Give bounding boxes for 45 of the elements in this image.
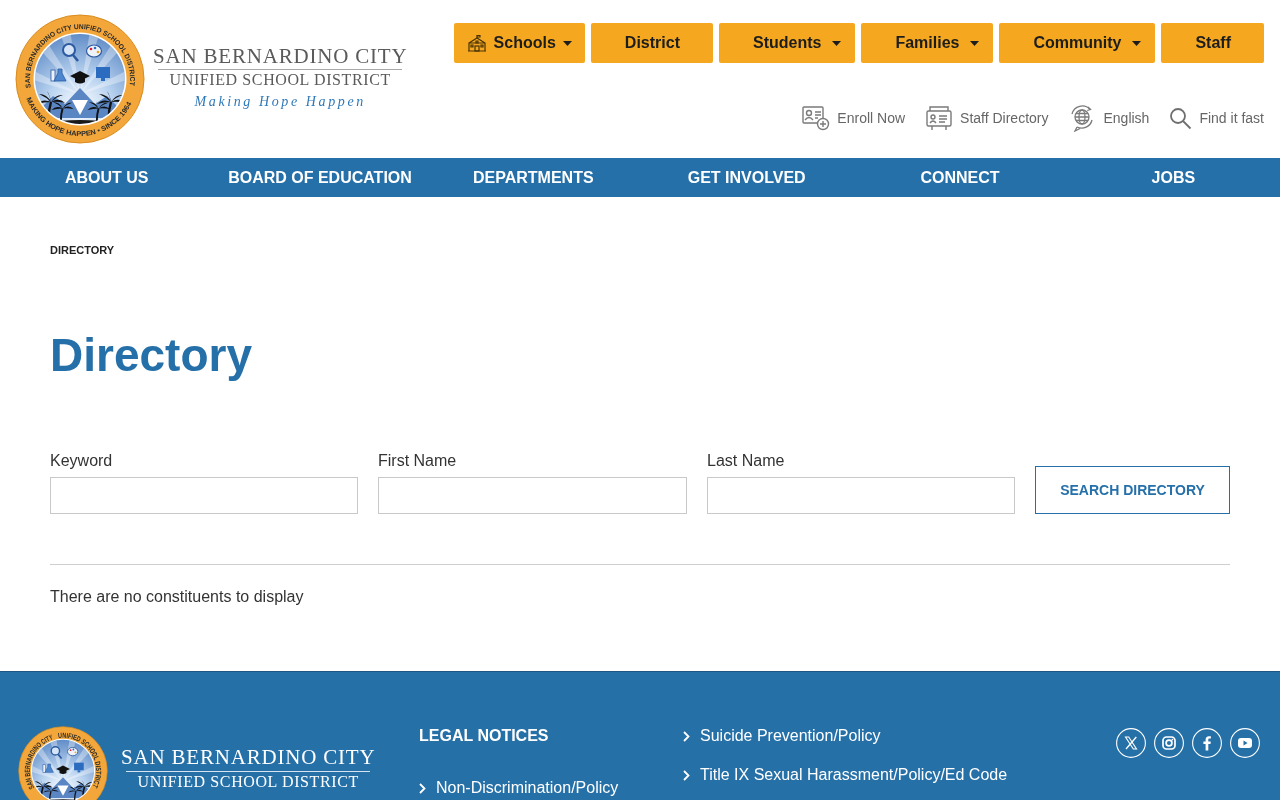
field-label: Keyword bbox=[50, 451, 114, 471]
district-tagline: Making Hope Happen bbox=[194, 93, 366, 111]
footer-link[interactable]: Suicide Prevention/Policy bbox=[683, 726, 1116, 746]
text-input-field[interactable] bbox=[378, 477, 687, 514]
text-input-field[interactable] bbox=[50, 477, 358, 514]
footer-heading: LEGAL NOTICES bbox=[419, 726, 550, 746]
audience-button[interactable]: Community bbox=[999, 23, 1156, 63]
audience-button[interactable]: Staff bbox=[1161, 23, 1264, 63]
id-card-plus-icon bbox=[802, 105, 831, 131]
youtube-icon[interactable] bbox=[1230, 728, 1260, 758]
chevron-right-icon bbox=[419, 782, 426, 794]
district-name: UNIFIED SCHOOL DISTRICT bbox=[137, 773, 359, 791]
audience-button[interactable]: Schools bbox=[453, 23, 585, 63]
x-logo-icon[interactable] bbox=[1116, 728, 1146, 758]
district-name: SAN BERNARDINO CITY bbox=[121, 745, 376, 769]
audience-button[interactable]: Families bbox=[861, 23, 994, 63]
breadcrumb: DIRECTORY bbox=[50, 243, 116, 257]
nav-link[interactable]: ABOUT US bbox=[0, 158, 214, 197]
district-name: SAN BERNARDINO CITY bbox=[153, 44, 408, 68]
utility-link[interactable]: Enroll Now bbox=[802, 105, 906, 131]
search-icon bbox=[1169, 106, 1193, 130]
audience-button[interactable]: Students bbox=[718, 23, 856, 63]
chevron-right-icon bbox=[683, 730, 690, 742]
facebook-icon[interactable] bbox=[1192, 728, 1222, 758]
nav-link[interactable]: BOARD OF EDUCATION bbox=[213, 158, 427, 197]
field-label: First Name bbox=[378, 451, 458, 471]
utility-link[interactable]: Staff Directory bbox=[925, 105, 1049, 131]
footer-link[interactable]: Non-Discrimination/Policy bbox=[419, 778, 683, 798]
results-message: There are no constituents to display bbox=[50, 587, 305, 607]
nav-link[interactable]: GET INVOLVED bbox=[640, 158, 854, 197]
nav-link[interactable]: JOBS bbox=[1066, 158, 1280, 197]
card-file-icon bbox=[925, 105, 954, 131]
utility-link[interactable]: English bbox=[1068, 104, 1150, 132]
instagram-icon[interactable] bbox=[1154, 728, 1184, 758]
chevron-right-icon bbox=[683, 769, 690, 781]
page-title: Directory bbox=[50, 328, 253, 383]
audience-button[interactable]: District bbox=[590, 23, 713, 63]
utility-link[interactable]: Find it fast bbox=[1169, 106, 1264, 130]
text-input-field[interactable] bbox=[707, 477, 1015, 514]
search-directory-button[interactable]: SEARCH DIRECTORY bbox=[1035, 466, 1230, 514]
footer-link[interactable]: Title IX Sexual Harassment/Policy/Ed Code bbox=[683, 765, 1116, 785]
nav-link[interactable]: DEPARTMENTS bbox=[426, 158, 640, 197]
district-name: UNIFIED SCHOOL DISTRICT bbox=[169, 71, 391, 89]
nav-link[interactable]: CONNECT bbox=[853, 158, 1067, 197]
field-label: Last Name bbox=[707, 451, 786, 471]
